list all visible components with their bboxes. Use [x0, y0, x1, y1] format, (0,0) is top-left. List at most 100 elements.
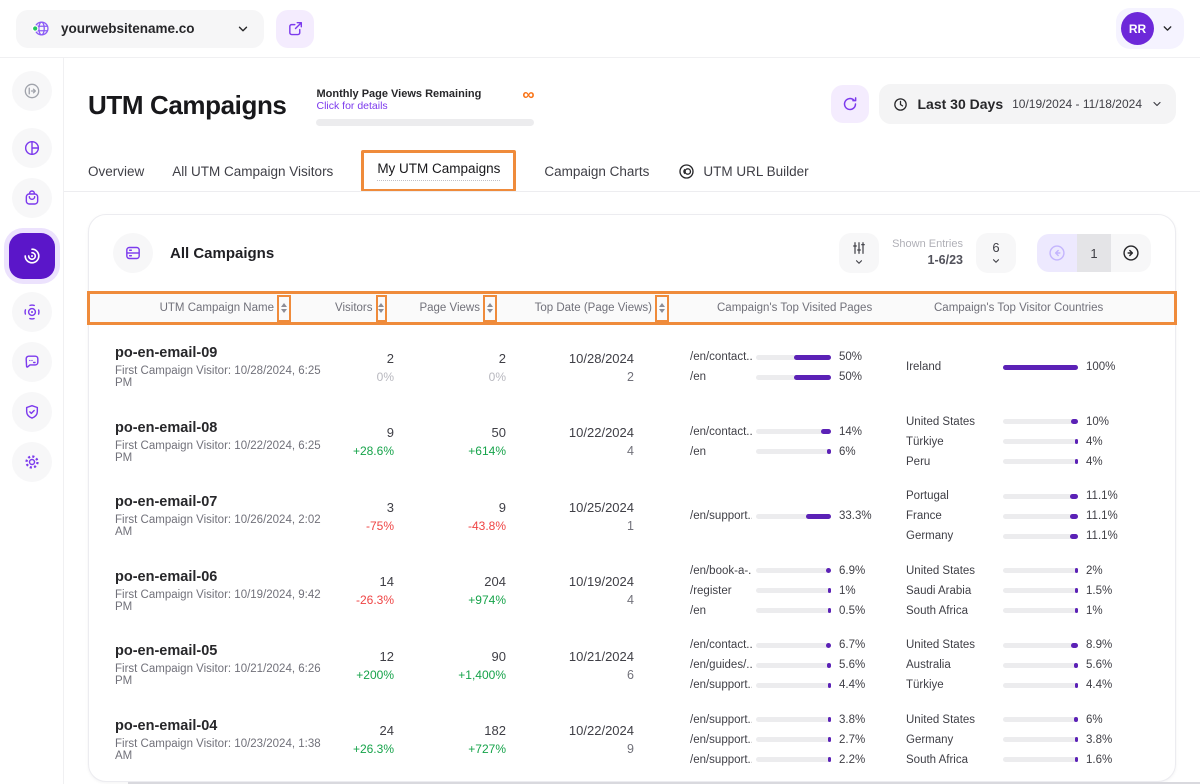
next-page-button[interactable]	[1111, 234, 1151, 272]
sidebar-item-feedback[interactable]	[12, 342, 52, 382]
column-header-page-views: Page Views	[395, 295, 507, 322]
percentage-bar	[756, 429, 831, 434]
site-selector[interactable]: yourwebsitename.co	[16, 10, 264, 48]
campaign-name: po-en-email-05	[115, 643, 334, 659]
tab-all-utm-campaign-visitors[interactable]: All UTM Campaign Visitors	[172, 164, 333, 179]
arrow-right-circle-icon	[1121, 243, 1141, 263]
stat-line: /en/support... 3.8%	[690, 710, 906, 730]
clock-icon	[892, 96, 909, 113]
visitors-change: +28.6%	[334, 444, 394, 458]
table-row[interactable]: po-en-email-09 First Campaign Visitor: 1…	[89, 330, 1175, 405]
tab-campaign-charts[interactable]: Campaign Charts	[544, 164, 649, 179]
stat-line: Saudi Arabia 1.5%	[906, 581, 1175, 601]
visitors-change: -26.3%	[334, 593, 394, 607]
sidebar-item-dashboard[interactable]	[12, 128, 52, 168]
stat-label: Portugal	[906, 490, 999, 502]
annotation-active-tab: My UTM Campaigns	[361, 150, 516, 192]
quota-progress-bar	[316, 119, 534, 126]
stat-percent: 1.6%	[1086, 754, 1112, 766]
page-views-value: 90	[394, 649, 506, 664]
table-row[interactable]: po-en-email-05 First Campaign Visitor: 1…	[89, 628, 1175, 703]
stat-label: France	[906, 510, 999, 522]
table-row[interactable]: po-en-email-06 First Campaign Visitor: 1…	[89, 554, 1175, 629]
refresh-button[interactable]	[831, 85, 869, 123]
top-visited-pages: /en/contact... 14% /en 6%	[634, 422, 906, 462]
sidebar-item-privacy[interactable]	[12, 392, 52, 432]
prev-page-button[interactable]	[1037, 234, 1077, 272]
top-date-views: 2	[506, 370, 634, 384]
stat-line: Germany 11.1%	[906, 526, 1175, 546]
stat-line: South Africa 1.6%	[906, 750, 1175, 770]
percentage-bar	[756, 717, 831, 722]
sort-icon[interactable]	[659, 303, 665, 313]
stat-percent: 3.8%	[1086, 734, 1112, 746]
percentage-bar	[1003, 683, 1078, 688]
stat-line: Australia 5.6%	[906, 655, 1175, 675]
percentage-bar-fill	[1075, 683, 1078, 688]
quota-details-link[interactable]: Click for details	[316, 100, 481, 112]
page-title: UTM Campaigns	[88, 90, 286, 121]
table-row[interactable]: po-en-email-07 First Campaign Visitor: 1…	[89, 479, 1175, 554]
percentage-bar	[756, 449, 831, 454]
page-size-select[interactable]: 6	[976, 233, 1016, 273]
visitors-change: +200%	[334, 668, 394, 682]
sort-icon[interactable]	[378, 303, 384, 313]
stat-label: Peru	[906, 456, 999, 468]
pagination: 1	[1037, 234, 1151, 272]
top-visited-pages: /en/book-a-... 6.9% /register 1% /en 0.5…	[634, 561, 906, 621]
sidebar-item-settings[interactable]	[12, 442, 52, 482]
collapse-panel-icon	[22, 81, 42, 101]
tab-my-utm-campaigns[interactable]: My UTM Campaigns	[377, 161, 500, 181]
stat-label: /en/support...	[690, 510, 752, 522]
all-campaigns-card: All Campaigns Shown Entries	[88, 214, 1176, 782]
stat-percent: 4.4%	[1086, 679, 1112, 691]
percentage-bar-fill	[828, 588, 831, 593]
infinity-value: ∞	[522, 88, 534, 102]
top-visitor-countries: Ireland 100%	[906, 357, 1175, 377]
percentage-bar	[1003, 643, 1078, 648]
stat-percent: 5.6%	[839, 659, 865, 671]
tab-utm-url-builder[interactable]: UTM URL Builder	[677, 162, 808, 181]
stat-label: Ireland	[906, 361, 999, 373]
percentage-bar-fill	[1071, 419, 1079, 424]
stat-percent: 4%	[1086, 456, 1103, 468]
percentage-bar-fill	[827, 449, 832, 454]
sidebar-item-utm-campaigns[interactable]	[9, 233, 55, 279]
stat-line: /en/contact... 50%	[690, 347, 906, 367]
tab-bar: Overview All UTM Campaign Visitors My UT…	[88, 150, 1176, 192]
stat-line: /en/support... 33.3%	[690, 506, 906, 526]
sidebar-item-recordings[interactable]	[12, 292, 52, 332]
sort-icon[interactable]	[281, 303, 287, 313]
table-icon	[113, 233, 153, 273]
page-views-change: 0%	[394, 370, 506, 384]
visitors-change: -75%	[334, 519, 394, 533]
stat-line: /en/contact... 14%	[690, 422, 906, 442]
open-site-button[interactable]	[276, 10, 314, 48]
tab-overview[interactable]: Overview	[88, 164, 144, 179]
sidebar-item-ecommerce[interactable]	[12, 178, 52, 218]
chat-feedback-icon	[22, 352, 42, 372]
percentage-bar	[1003, 534, 1078, 539]
sort-icon[interactable]	[487, 303, 493, 313]
sidebar-item-collapse[interactable]	[12, 71, 52, 111]
arrow-left-circle-icon	[1047, 243, 1067, 263]
stat-label: Türkiye	[906, 436, 999, 448]
account-menu[interactable]: RR	[1116, 8, 1184, 49]
table-row[interactable]: po-en-email-04 First Campaign Visitor: 1…	[89, 703, 1175, 778]
quota-label: Monthly Page Views Remaining	[316, 88, 481, 100]
stat-label: /en	[690, 605, 752, 617]
percentage-bar	[1003, 608, 1078, 613]
date-range-picker[interactable]: Last 30 Days 10/19/2024 - 11/18/2024	[879, 84, 1177, 124]
percentage-bar	[1003, 568, 1078, 573]
chevron-down-icon	[236, 22, 250, 36]
annotation-sort-icon	[277, 295, 291, 322]
top-date-views: 9	[506, 742, 634, 756]
percentage-bar	[1003, 717, 1078, 722]
stat-percent: 1.5%	[1086, 585, 1112, 597]
column-filter-button[interactable]	[839, 233, 879, 273]
stat-percent: 100%	[1086, 361, 1115, 373]
stat-percent: 6%	[1086, 714, 1103, 726]
top-date-value: 10/21/2024	[506, 649, 634, 664]
stat-percent: 2%	[1086, 565, 1103, 577]
table-row[interactable]: po-en-email-08 First Campaign Visitor: 1…	[89, 405, 1175, 480]
